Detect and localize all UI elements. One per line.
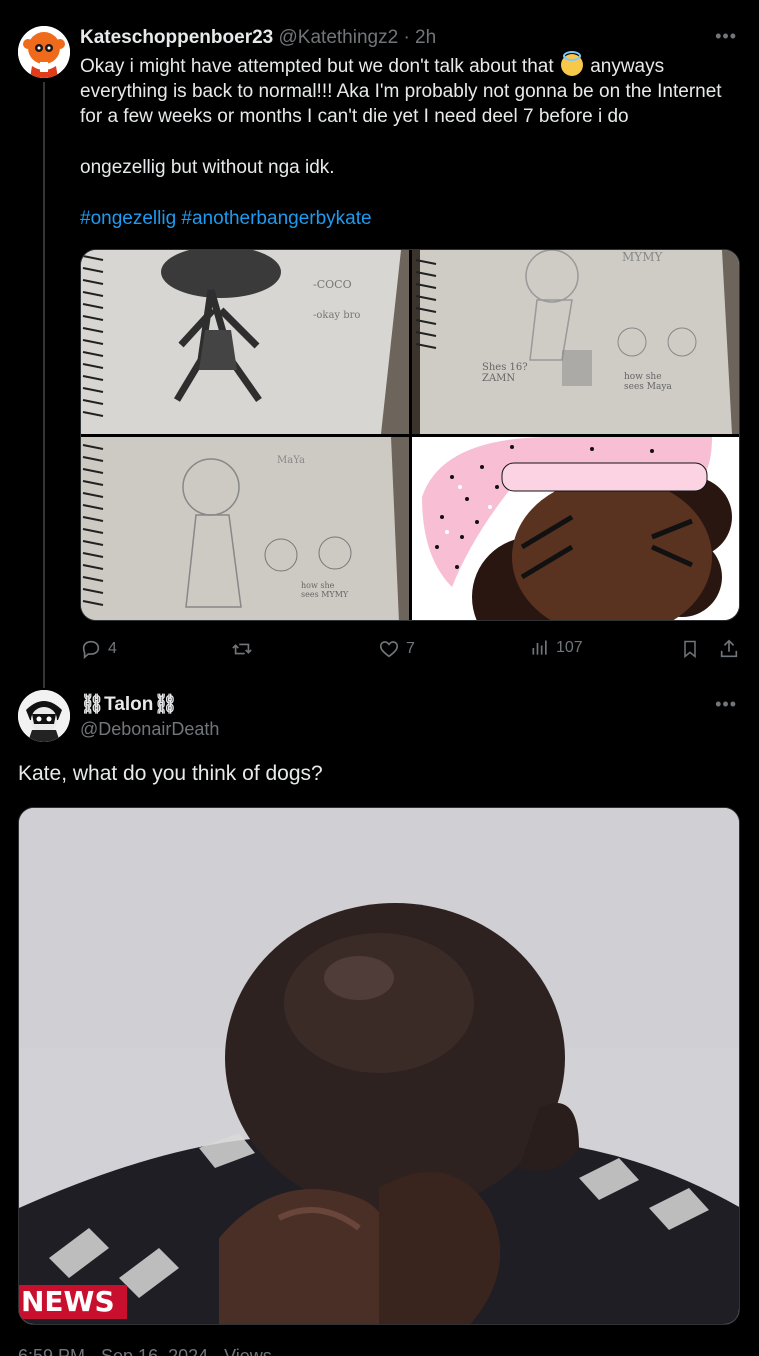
drawing-coco-label: -COCO (313, 278, 352, 291)
post1-header: Kateschoppenboer23 @Katethingz2 · 2h (80, 27, 699, 49)
hashtag-anotherbangerbykate[interactable]: #anotherbangerbykate (181, 208, 371, 229)
post1-handle[interactable]: @Katethingz2 (279, 27, 399, 48)
post1-text-line1: Okay i might have attempted but we don't… (80, 56, 554, 77)
repost-button[interactable] (230, 638, 254, 660)
post1-text: Okay i might have attempted but we don't… (80, 51, 730, 231)
thread-connector-line (43, 82, 45, 688)
drawing-maya-label: MaYa (277, 455, 305, 466)
post2-display-name[interactable]: ⛓Talon⛓ (80, 692, 178, 716)
post-timestamp: 6:59 PM · Sep 16, 2024 · Views (18, 1346, 272, 1356)
avatar-talon[interactable] (18, 690, 70, 742)
post1-time[interactable]: 2h (415, 27, 436, 48)
post1-media-grid: -COCO -okay bro MYMY Shes 16? ZAMN how s… (80, 249, 740, 621)
drawing-mymy-image[interactable]: MYMY Shes 16? ZAMN how she sees Maya (412, 250, 739, 434)
hashtag-ongezellig[interactable]: #ongezellig (80, 208, 176, 229)
views-count: 107 (556, 639, 583, 656)
bookmark-icon (684, 640, 696, 659)
like-count: 7 (406, 640, 415, 657)
post2-more-icon[interactable]: ••• (715, 694, 737, 715)
like-button[interactable]: 7 (378, 638, 415, 660)
views-bar-chart-icon (532, 640, 547, 655)
reply-button[interactable]: 4 (80, 638, 117, 660)
news-badge: NEWS (19, 1285, 127, 1319)
heart-icon (379, 641, 399, 658)
drawing-mymy-note: how she sees Maya (624, 372, 672, 392)
drawing-maya-image[interactable]: MaYa how she sees MYMY (81, 437, 409, 620)
post1-action-bar: 4 7 107 (80, 636, 740, 664)
reply-icon (82, 640, 100, 660)
post2-handle[interactable]: @DebonairDeath (80, 719, 219, 740)
post1-separator: · (403, 27, 410, 48)
views-button[interactable]: 107 (530, 638, 583, 658)
drawing-mymy-label: MYMY (622, 250, 663, 264)
drawing-pink-hat-image[interactable] (412, 437, 739, 620)
repost-icon (232, 643, 252, 655)
bookmark-button[interactable] (680, 638, 700, 660)
post1-text-line2: ongezellig but without nga idk. (80, 157, 335, 178)
post2-media-image[interactable]: NEWS (18, 807, 740, 1325)
drawing-maya-sub: how she sees MYMY (301, 581, 349, 599)
halo-emoji-icon (560, 51, 583, 76)
avatar-kate[interactable] (18, 26, 70, 78)
drawing-coco-sub: -okay bro (313, 310, 361, 321)
drawing-mymy-sub: Shes 16? ZAMN (482, 362, 528, 384)
post2-text: Kate, what do you think of dogs? (18, 762, 323, 785)
post1-display-name[interactable]: Kateschoppenboer23 (80, 27, 273, 48)
share-icon (720, 639, 738, 658)
post1-more-icon[interactable]: ••• (715, 26, 737, 47)
drawing-coco-image[interactable]: -COCO -okay bro (81, 250, 409, 434)
reply-count: 4 (108, 640, 117, 657)
share-button[interactable] (718, 638, 740, 660)
